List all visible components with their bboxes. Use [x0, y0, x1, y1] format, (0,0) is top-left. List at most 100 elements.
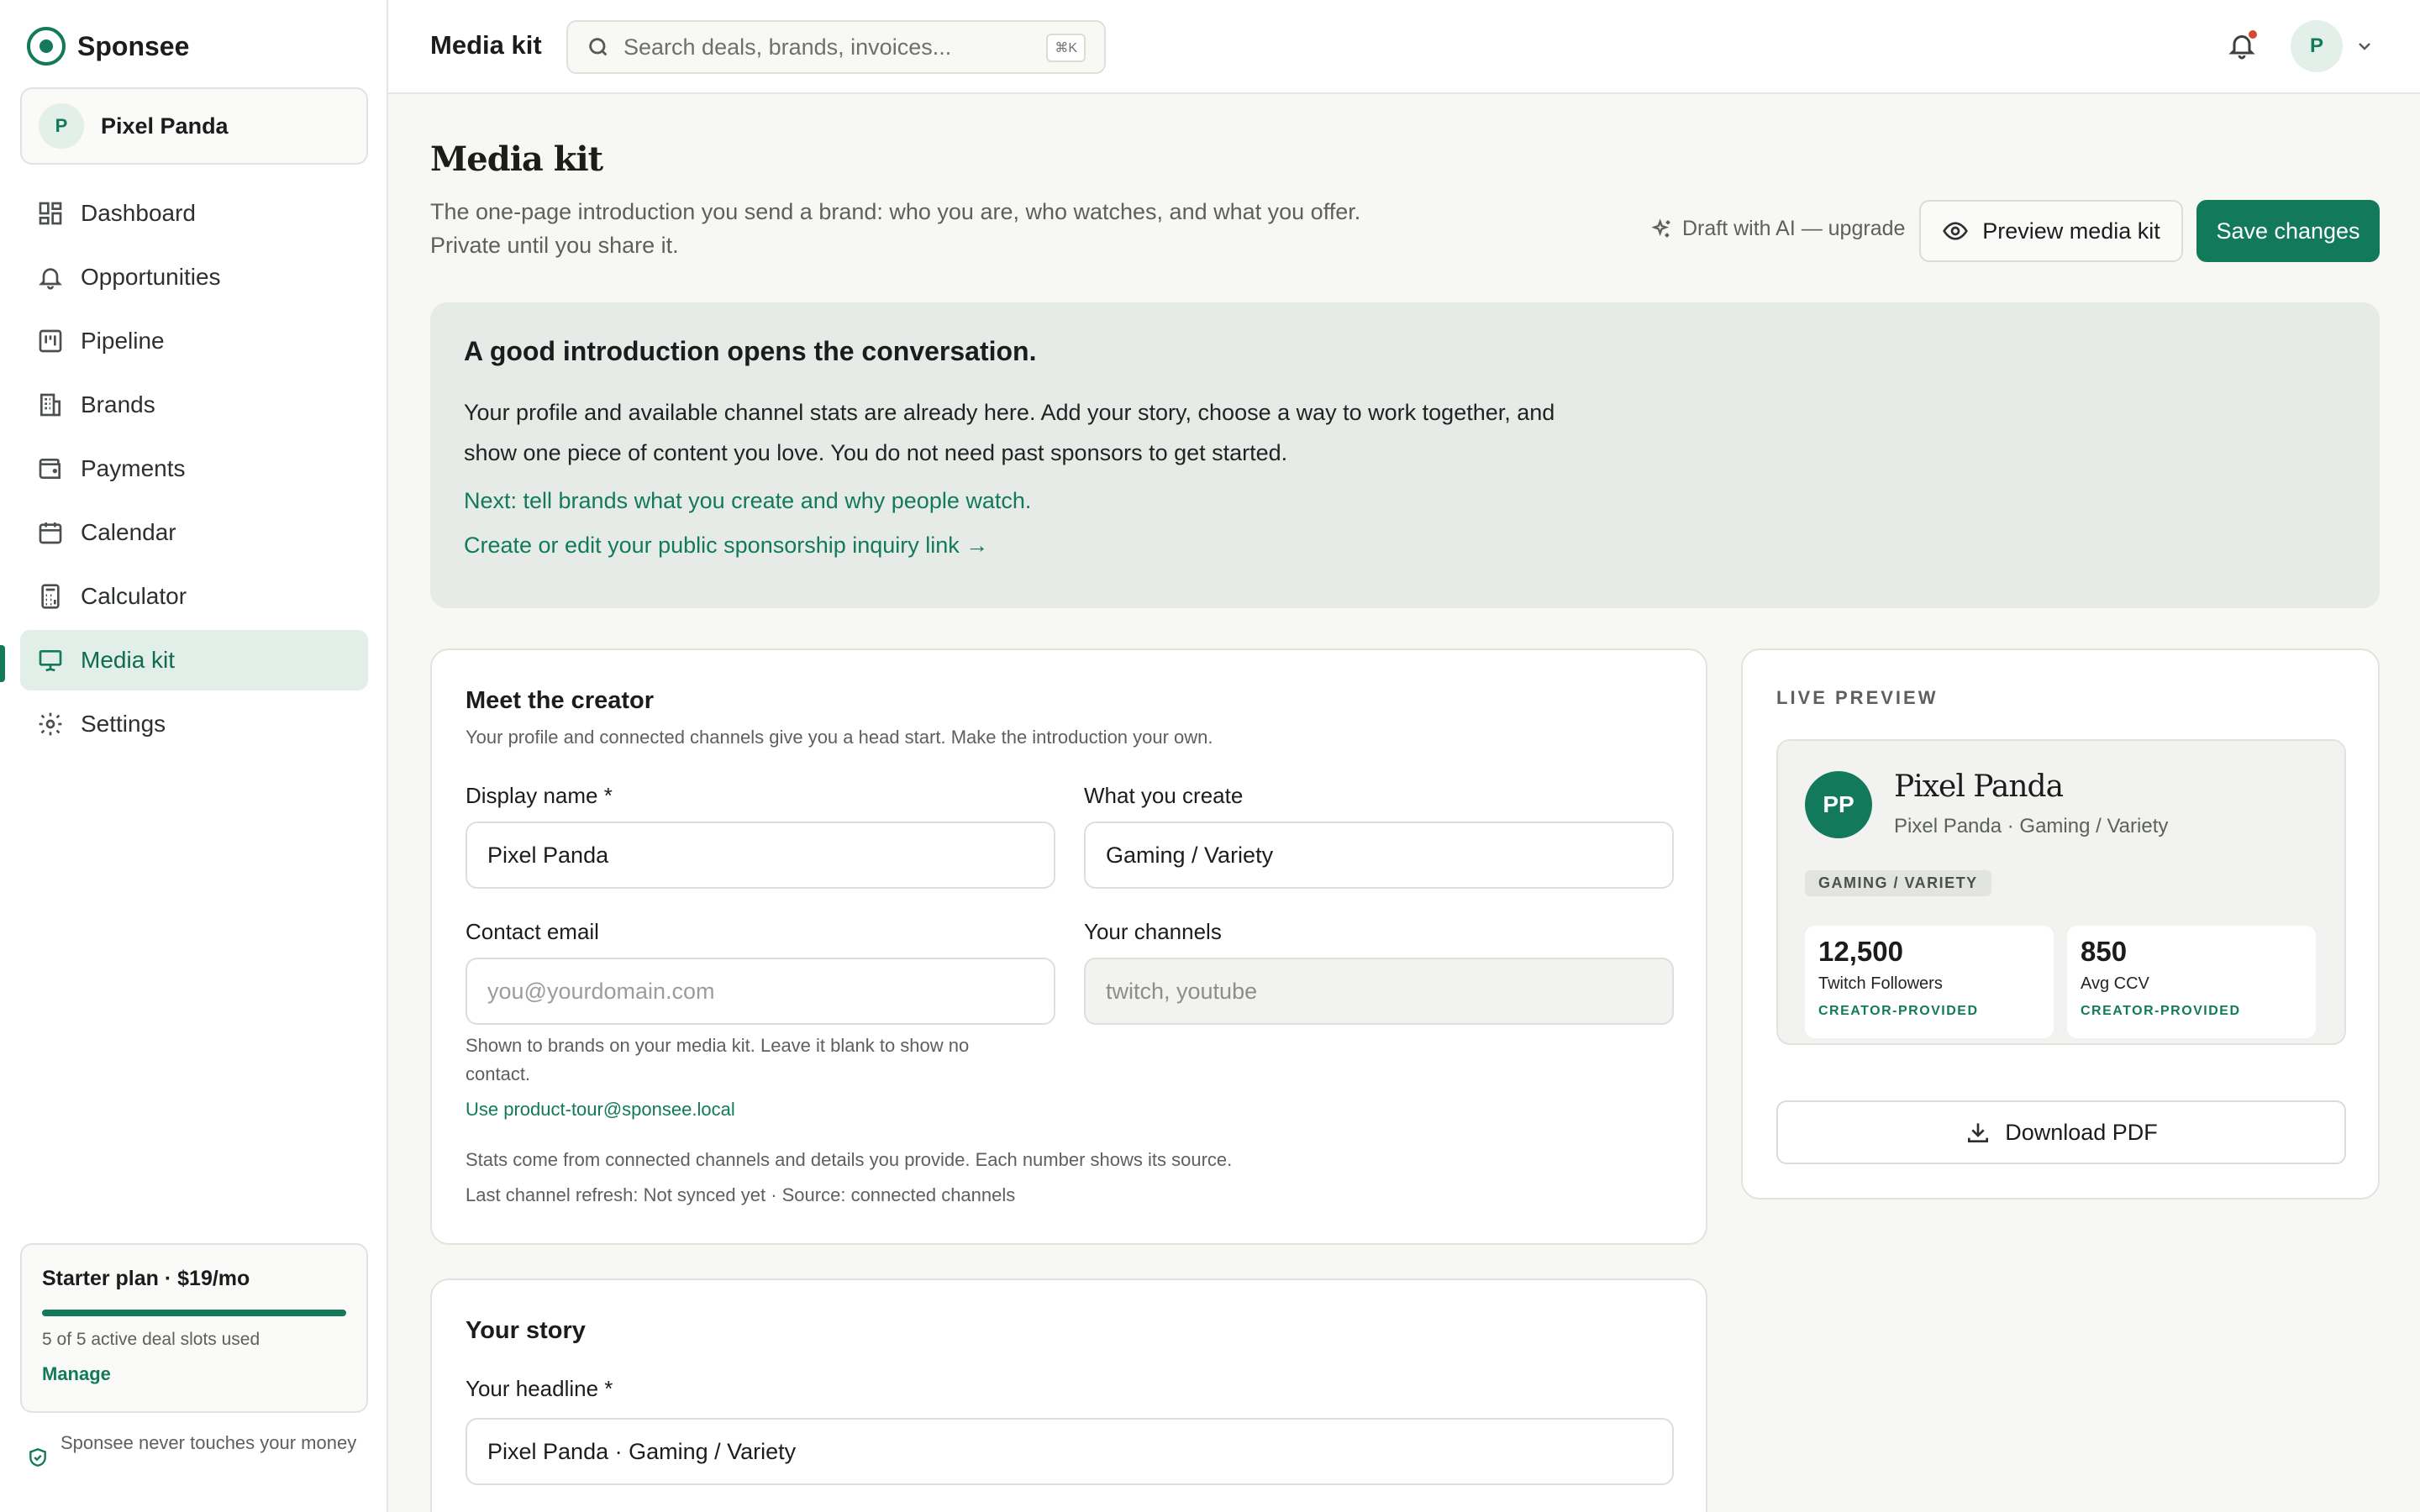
search-input[interactable]	[623, 34, 1018, 60]
download-pdf-label: Download PDF	[2005, 1119, 2158, 1145]
banner-next-step[interactable]: Next: tell brands what you create and wh…	[464, 488, 2346, 514]
kanban-icon	[39, 329, 62, 353]
your-channels-input[interactable]	[1106, 978, 1672, 1005]
display-name-label: Display name *	[466, 783, 613, 808]
preview-stat-card: 12,500 Twitch Followers CREATOR-PROVIDED	[1805, 926, 2054, 1038]
sidebar-item-label: Settings	[81, 711, 166, 737]
card-subtitle: Your profile and connected channels give…	[466, 727, 1213, 748]
your-story-card: Your story Your headline *	[430, 1278, 1707, 1512]
stat-source: CREATOR-PROVIDED	[1818, 1004, 1979, 1018]
plan-usage-bar	[42, 1310, 346, 1316]
building-icon	[40, 393, 60, 417]
sidebar-item-label: Dashboard	[81, 200, 196, 226]
sidebar-item-settings[interactable]: Settings	[20, 694, 368, 754]
notifications-button[interactable]	[2227, 29, 2260, 64]
headline-label: Your headline *	[466, 1376, 613, 1401]
active-nav-indicator	[0, 645, 5, 682]
sidebar-item-calendar[interactable]: Calendar	[20, 502, 368, 563]
sparkles-icon	[1651, 218, 1670, 237]
draft-with-ai-button[interactable]: Draft with AI — upgrade	[1650, 217, 1905, 241]
sidebar-item-label: Opportunities	[81, 264, 221, 290]
stat-value: 12,500	[1818, 936, 1903, 967]
trust-note-text: Sponsee never touches your money	[60, 1432, 357, 1453]
live-preview-card: LIVE PREVIEW PP Pixel Panda Pixel Panda …	[1741, 648, 2380, 1200]
headline-field[interactable]	[466, 1418, 1674, 1485]
draft-with-ai-label: Draft with AI — upgrade	[1682, 217, 1906, 240]
preview-media-kit-label: Preview media kit	[1982, 218, 2160, 244]
calculator-icon	[41, 584, 60, 609]
stat-label: Avg CCV	[2081, 974, 2149, 993]
save-changes-button[interactable]: Save changes	[2196, 200, 2380, 262]
use-suggested-email-link[interactable]: Use product-tour@sponsee.local	[466, 1099, 735, 1121]
sidebar-nav: Dashboard Opportunities Pipeline Brands …	[20, 183, 368, 758]
headline-input[interactable]	[487, 1438, 1672, 1465]
sidebar-item-media-kit[interactable]: Media kit	[20, 630, 368, 690]
your-channels-field[interactable]	[1084, 958, 1674, 1025]
sidebar-item-brands[interactable]: Brands	[20, 375, 368, 435]
your-channels-label: Your channels	[1084, 919, 1222, 944]
search-box[interactable]: ⌘K	[566, 20, 1106, 74]
page-subtitle-line: The one-page introduction you send a bra…	[430, 199, 1361, 224]
preview-meta: Pixel Panda · Gaming / Variety	[1894, 815, 2169, 837]
plan-usage-fill	[42, 1310, 346, 1316]
sidebar-item-calculator[interactable]: Calculator	[20, 566, 368, 627]
workspace-name: Pixel Panda	[101, 113, 229, 139]
inquiry-link[interactable]: Create or edit your public sponsorship i…	[464, 533, 988, 559]
plan-card: Starter plan · $19/mo 5 of 5 active deal…	[20, 1243, 368, 1413]
preview-avatar: PP	[1805, 771, 1872, 838]
sidebar: Sponsee P Pixel Panda Dashboard Opportun…	[0, 0, 388, 1512]
sidebar-item-label: Payments	[81, 455, 186, 481]
notification-dot	[2247, 29, 2259, 40]
bell-icon	[39, 268, 62, 290]
email-help-line: contact.	[466, 1063, 531, 1084]
banner-heading: A good introduction opens the conversati…	[464, 336, 1037, 366]
sidebar-item-pipeline[interactable]: Pipeline	[20, 311, 368, 371]
calendar-icon	[39, 522, 62, 544]
sidebar-item-label: Calendar	[81, 519, 176, 545]
channel-refresh-note: Last channel refresh: Not synced yet · S…	[466, 1184, 1016, 1205]
plan-title: Starter plan · $19/mo	[42, 1267, 250, 1290]
page-title: Media kit	[430, 139, 603, 179]
page-subtitle: The one-page introduction you send a bra…	[430, 195, 1439, 262]
sidebar-item-opportunities[interactable]: Opportunities	[20, 247, 368, 307]
what-you-create-input[interactable]	[1106, 842, 1672, 869]
email-help-line: Shown to brands on your media kit. Leave…	[466, 1035, 970, 1056]
display-name-field[interactable]	[466, 822, 1055, 889]
search-shortcut-badge: ⌘K	[1046, 34, 1086, 62]
display-name-input[interactable]	[487, 842, 1054, 869]
stat-value: 850	[2081, 936, 2128, 967]
dashboard-icon	[39, 202, 62, 225]
top-bar: Media kit ⌘K P	[388, 0, 2420, 94]
meet-the-creator-card: Meet the creator Your profile and connec…	[430, 648, 1707, 1245]
chevron-down-icon	[2359, 43, 2370, 50]
preview-media-kit-button[interactable]: Preview media kit	[1919, 200, 2183, 262]
sidebar-item-payments[interactable]: Payments	[20, 438, 368, 499]
banner-body: Your profile and available channel stats…	[464, 400, 1555, 465]
sidebar-item-label: Pipeline	[81, 328, 165, 354]
shield-check-icon	[29, 1447, 46, 1467]
contact-email-input[interactable]	[487, 978, 1054, 1005]
contact-email-field[interactable]	[466, 958, 1055, 1025]
download-pdf-button[interactable]: Download PDF	[1776, 1100, 2346, 1164]
avatar: P	[2291, 20, 2343, 72]
sidebar-item-label: Calculator	[81, 583, 187, 609]
preview-name: Pixel Panda	[1894, 769, 2064, 804]
preview-category-tag: GAMING / VARIETY	[1805, 870, 1991, 896]
download-icon	[1968, 1123, 1989, 1142]
brand[interactable]: Sponsee	[27, 27, 189, 66]
topbar-title: Media kit	[430, 30, 542, 60]
live-preview-label: LIVE PREVIEW	[1776, 687, 1939, 708]
contact-email-label: Contact email	[466, 919, 599, 944]
what-you-create-field[interactable]	[1084, 822, 1674, 889]
trust-note: Sponsee never touches your money	[27, 1430, 363, 1468]
stat-source: CREATOR-PROVIDED	[2081, 1004, 2241, 1018]
user-menu[interactable]: P	[2291, 20, 2375, 72]
brand-name: Sponsee	[77, 30, 190, 61]
email-help-text: Shown to brands on your media kit. Leave…	[466, 1032, 1055, 1089]
workspace-avatar: P	[39, 103, 84, 149]
stat-label: Twitch Followers	[1818, 974, 1943, 993]
sidebar-item-dashboard[interactable]: Dashboard	[20, 183, 368, 244]
workspace-switcher[interactable]: P Pixel Panda	[20, 87, 368, 165]
wallet-icon	[39, 459, 60, 479]
plan-manage-link[interactable]: Manage	[42, 1363, 111, 1385]
